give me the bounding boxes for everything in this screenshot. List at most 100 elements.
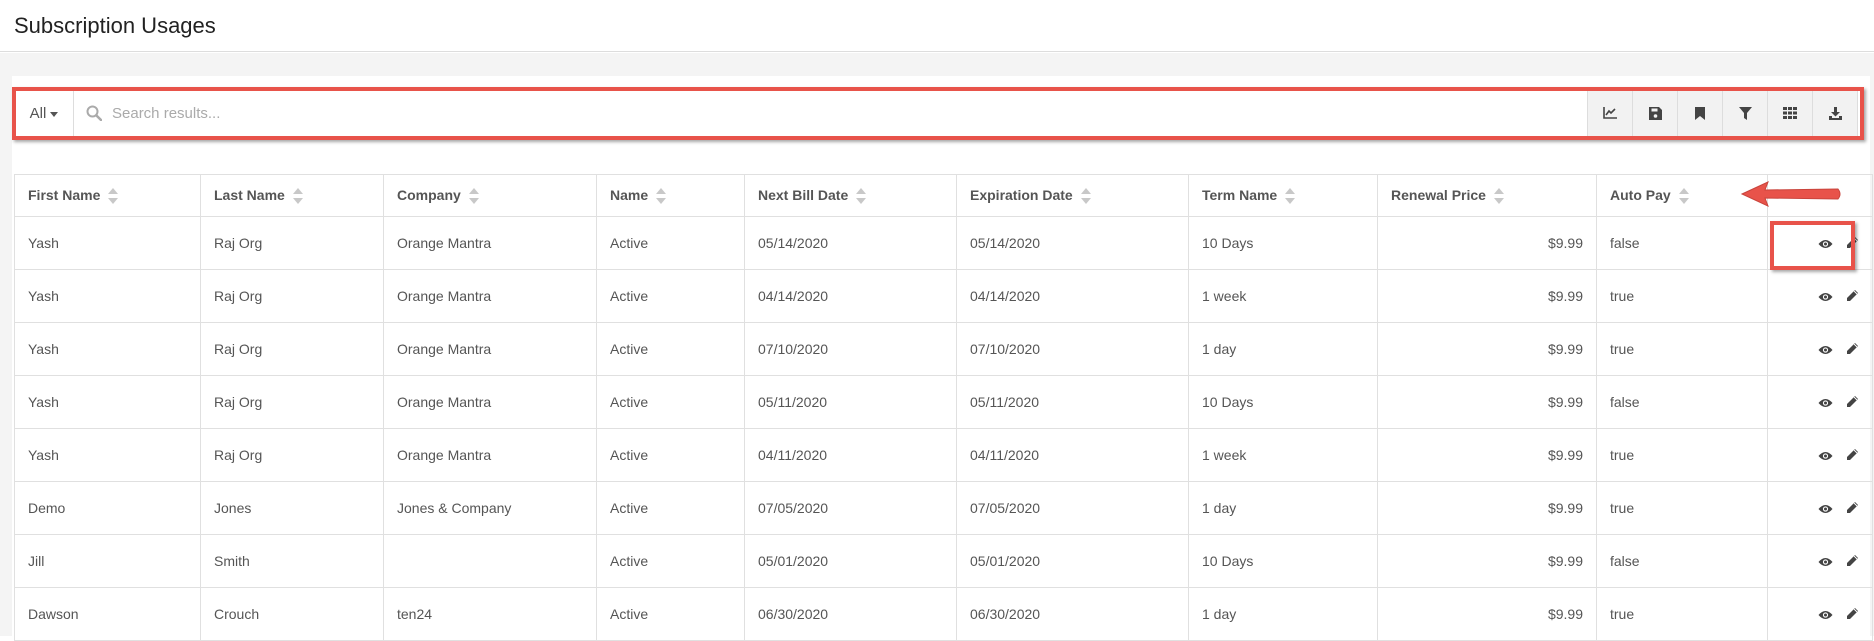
cell-expiration-date: 04/14/2020 — [956, 269, 1189, 323]
cell-expiration-date: 05/11/2020 — [956, 375, 1189, 429]
view-icon[interactable] — [1818, 342, 1833, 358]
column-header-auto-pay[interactable]: Auto Pay — [1596, 174, 1768, 217]
bookmark-button[interactable] — [1677, 90, 1722, 136]
cell-company: Orange Mantra — [383, 269, 597, 323]
cell-name: Active — [596, 216, 745, 270]
cell-next-bill-date: 05/01/2020 — [744, 534, 957, 588]
view-icon[interactable] — [1818, 448, 1833, 464]
cell-last-name: Crouch — [200, 587, 384, 641]
column-header-next-bill-date[interactable]: Next Bill Date — [744, 174, 957, 217]
cell-last-name: Raj Org — [200, 216, 384, 270]
search-box — [74, 90, 1587, 136]
table-row: Dawson Crouch ten24 Active 06/30/2020 06/30/2… — [14, 587, 1873, 641]
chart-icon — [1603, 107, 1617, 119]
download-button[interactable] — [1812, 90, 1857, 136]
cell-term-name: 1 week — [1188, 269, 1378, 323]
cell-renewal-price: $9.99 — [1377, 428, 1597, 482]
column-header-name[interactable]: Name — [596, 174, 745, 217]
cell-renewal-price: $9.99 — [1377, 322, 1597, 376]
page-header: Subscription Usages — [0, 0, 1874, 52]
cell-renewal-price: $9.99 — [1377, 481, 1597, 535]
cell-expiration-date: 06/30/2020 — [956, 587, 1189, 641]
column-header-renewal-price[interactable]: Renewal Price — [1377, 174, 1597, 217]
caret-down-icon — [50, 111, 59, 117]
edit-icon[interactable] — [1846, 554, 1859, 570]
cell-term-name: 10 Days — [1188, 216, 1378, 270]
cell-term-name: 1 day — [1188, 481, 1378, 535]
view-icon[interactable] — [1818, 289, 1833, 305]
cell-name: Active — [596, 534, 745, 588]
edit-icon[interactable] — [1846, 501, 1859, 517]
sort-icon — [1493, 188, 1504, 205]
save-button[interactable] — [1632, 90, 1677, 136]
cell-expiration-date: 04/11/2020 — [956, 428, 1189, 482]
cell-renewal-price: $9.99 — [1377, 587, 1597, 641]
cell-company: Orange Mantra — [383, 375, 597, 429]
cell-term-name: 1 day — [1188, 587, 1378, 641]
cell-renewal-price: $9.99 — [1377, 269, 1597, 323]
edit-icon[interactable] — [1846, 342, 1859, 358]
view-icon[interactable] — [1818, 395, 1833, 411]
cell-last-name: Smith — [200, 534, 384, 588]
cell-expiration-date: 05/14/2020 — [956, 216, 1189, 270]
edit-icon[interactable] — [1846, 289, 1859, 305]
search-input[interactable] — [110, 103, 1587, 123]
columns-button[interactable] — [1767, 90, 1812, 136]
cell-company: ten24 — [383, 587, 597, 641]
row-actions — [1767, 269, 1873, 323]
view-icon[interactable] — [1818, 554, 1833, 570]
sort-icon — [656, 188, 667, 205]
cell-next-bill-date: 04/14/2020 — [744, 269, 957, 323]
view-icon[interactable] — [1818, 236, 1833, 252]
cell-company — [383, 534, 597, 588]
listing-toolbar: All — [14, 89, 1858, 137]
cell-auto-pay: true — [1596, 481, 1768, 535]
table-row: Yash Raj Org Orange Mantra Active 04/14/2020… — [14, 269, 1873, 323]
grid-icon — [1783, 107, 1797, 119]
cell-term-name: 1 day — [1188, 322, 1378, 376]
column-header-first-name[interactable]: First Name — [14, 174, 201, 217]
view-icon[interactable] — [1818, 607, 1833, 623]
cell-name: Active — [596, 428, 745, 482]
cell-first-name: Yash — [14, 428, 201, 482]
cell-first-name: Yash — [14, 375, 201, 429]
cell-term-name: 10 Days — [1188, 534, 1378, 588]
column-header-company[interactable]: Company — [383, 174, 597, 217]
cell-last-name: Raj Org — [200, 428, 384, 482]
cell-term-name: 10 Days — [1188, 375, 1378, 429]
table-header-row: First Name Last Name Company Name Next B… — [14, 174, 1873, 217]
cell-renewal-price: $9.99 — [1377, 534, 1597, 588]
download-icon — [1828, 106, 1842, 120]
cell-last-name: Jones — [200, 481, 384, 535]
cell-expiration-date: 05/01/2020 — [956, 534, 1189, 588]
page-title: Subscription Usages — [14, 12, 216, 38]
row-actions — [1767, 481, 1873, 535]
edit-icon[interactable] — [1846, 448, 1859, 464]
edit-icon[interactable] — [1846, 236, 1859, 252]
bookmark-icon — [1695, 106, 1705, 120]
sort-icon — [468, 188, 479, 205]
chart-button[interactable] — [1587, 90, 1632, 136]
cell-auto-pay: true — [1596, 322, 1768, 376]
edit-icon[interactable] — [1846, 607, 1859, 623]
column-header-term-name[interactable]: Term Name — [1188, 174, 1378, 217]
column-header-expiration-date[interactable]: Expiration Date — [956, 174, 1189, 217]
cell-first-name: Yash — [14, 269, 201, 323]
filter-button[interactable] — [1722, 90, 1767, 136]
cell-next-bill-date: 07/10/2020 — [744, 322, 957, 376]
column-header-last-name[interactable]: Last Name — [200, 174, 384, 217]
filter-icon — [1738, 106, 1752, 120]
row-actions — [1767, 375, 1873, 429]
cell-next-bill-date: 05/11/2020 — [744, 375, 957, 429]
cell-auto-pay: true — [1596, 428, 1768, 482]
sort-icon — [1285, 188, 1296, 205]
cell-first-name: Jill — [14, 534, 201, 588]
cell-name: Active — [596, 481, 745, 535]
filter-scope-dropdown[interactable]: All — [15, 90, 74, 136]
cell-first-name: Yash — [14, 216, 201, 270]
edit-icon[interactable] — [1846, 395, 1859, 411]
row-actions — [1767, 322, 1873, 376]
row-actions — [1767, 534, 1873, 588]
cell-auto-pay: false — [1596, 216, 1768, 270]
view-icon[interactable] — [1818, 501, 1833, 517]
